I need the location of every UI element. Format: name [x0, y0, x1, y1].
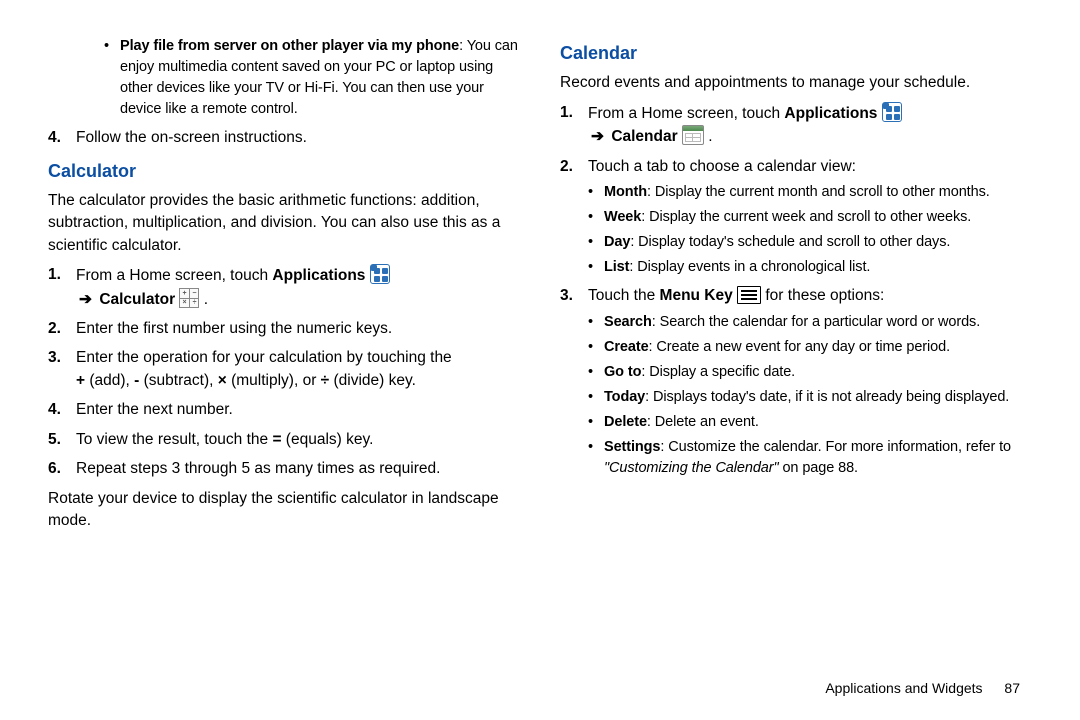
heading-calculator: Calculator — [48, 158, 520, 184]
step-ops: + (add), - (subtract), × (multiply), or … — [76, 372, 416, 389]
opt-label: Month — [604, 184, 647, 200]
step-number: 1. — [560, 102, 573, 124]
opt-delete: Delete: Delete an event. — [588, 412, 1032, 433]
bullet-label: Play file from server on other player vi… — [120, 38, 459, 54]
settings-page-ref: on page 88. — [779, 460, 858, 476]
arrow-icon: ➔ — [588, 128, 607, 145]
applications-label: Applications — [784, 105, 877, 122]
heading-calendar: Calendar — [560, 40, 1032, 66]
step-text-a: Touch the — [588, 287, 660, 304]
opt-label: Go to — [604, 364, 641, 380]
opt-text: : Display today's schedule and scroll to… — [630, 234, 950, 250]
arrow-icon: ➔ — [76, 291, 95, 308]
menu-key-icon — [737, 286, 761, 304]
calc-step-1: 1. From a Home screen, touch Application… — [48, 264, 520, 311]
opt-text: : Delete an event. — [647, 414, 759, 430]
calculator-icon: +−×÷ — [179, 288, 199, 308]
settings-ref: "Customizing the Calendar" — [604, 460, 779, 476]
opt-label: Create — [604, 339, 649, 355]
view-week: Week: Display the current week and scrol… — [588, 207, 1032, 228]
opt-search: Search: Search the calendar for a partic… — [588, 312, 1032, 333]
step-number: 2. — [560, 156, 573, 178]
step-text: Enter the next number. — [76, 401, 233, 418]
view-month: Month: Display the current month and scr… — [588, 182, 1032, 203]
opt-goto: Go to: Display a specific date. — [588, 362, 1032, 383]
calculator-label: Calculator — [99, 291, 175, 308]
step-text-a: To view the result, touch the — [76, 431, 272, 448]
calc-step-4: 4. Enter the next number. — [48, 399, 520, 421]
opt-label: Week — [604, 209, 641, 225]
calc-step-5: 5. To view the result, touch the = (equa… — [48, 429, 520, 451]
step-text: Repeat steps 3 through 5 as many times a… — [76, 460, 440, 477]
step-number: 4. — [48, 127, 61, 149]
opt-text: : Customize the calendar. For more infor… — [660, 439, 1011, 455]
opt-text: : Search the calendar for a particular w… — [652, 314, 980, 330]
opt-label: Settings — [604, 439, 660, 455]
opt-settings: Settings: Customize the calendar. For mo… — [588, 437, 1032, 479]
view-list: List: Display events in a chronological … — [588, 257, 1032, 278]
step-follow-instructions: 4. Follow the on-screen instructions. — [48, 127, 520, 149]
equals-key: = — [272, 431, 281, 448]
opt-text: : Displays today's date, if it is not al… — [645, 389, 1009, 405]
step-text-b: for these options: — [765, 287, 884, 304]
opt-create: Create: Create a new event for any day o… — [588, 337, 1032, 358]
calc-step-6: 6. Repeat steps 3 through 5 as many time… — [48, 458, 520, 480]
step-text-b: (equals) key. — [282, 431, 374, 448]
cal-step-2: 2. Touch a tab to choose a calendar view… — [560, 156, 1032, 279]
opt-text: : Create a new event for any day or time… — [649, 339, 950, 355]
opt-label: Day — [604, 234, 630, 250]
calendar-label: Calendar — [611, 128, 677, 145]
rotate-note: Rotate your device to display the scient… — [48, 488, 520, 533]
footer-section: Applications and Widgets — [825, 680, 982, 696]
bullet-play-from-server: Play file from server on other player vi… — [104, 36, 520, 120]
step-text: Enter the first number using the numeric… — [76, 320, 392, 337]
step-number: 6. — [48, 458, 61, 480]
menu-key-label: Menu Key — [660, 287, 733, 304]
applications-label: Applications — [272, 267, 365, 284]
step-number: 3. — [48, 347, 61, 369]
calc-step-2: 2. Enter the first number using the nume… — [48, 318, 520, 340]
step-number: 2. — [48, 318, 61, 340]
step-text: From a Home screen, touch — [588, 105, 784, 122]
opt-label: Today — [604, 389, 645, 405]
calendar-intro: Record events and appointments to manage… — [560, 72, 1032, 94]
opt-text: : Display the current month and scroll t… — [647, 184, 990, 200]
step-number: 5. — [48, 429, 61, 451]
opt-today: Today: Displays today's date, if it is n… — [588, 387, 1032, 408]
opt-label: Delete — [604, 414, 647, 430]
manual-page: Play file from server on other player vi… — [0, 0, 1080, 557]
step-number: 4. — [48, 399, 61, 421]
calc-step-3: 3. Enter the operation for your calculat… — [48, 347, 520, 392]
cal-step-1: 1. From a Home screen, touch Application… — [560, 102, 1032, 149]
opt-label: List — [604, 259, 629, 275]
step-text: Follow the on-screen instructions. — [76, 129, 307, 146]
continued-bullet-block: Play file from server on other player vi… — [48, 36, 520, 120]
applications-icon — [370, 264, 390, 284]
calendar-icon — [682, 125, 704, 145]
page-footer: Applications and Widgets 87 — [825, 678, 1020, 698]
view-day: Day: Display today's schedule and scroll… — [588, 232, 1032, 253]
calculator-intro: The calculator provides the basic arithm… — [48, 190, 520, 257]
step-number: 3. — [560, 285, 573, 307]
step-number: 1. — [48, 264, 61, 286]
step-text: From a Home screen, touch — [76, 267, 272, 284]
applications-icon — [882, 102, 902, 122]
right-column: Calendar Record events and appointments … — [560, 32, 1032, 537]
step-text: Enter the operation for your calculation… — [76, 349, 452, 366]
left-column: Play file from server on other player vi… — [48, 32, 520, 537]
opt-text: : Display events in a chronological list… — [629, 259, 870, 275]
opt-text: : Display the current week and scroll to… — [641, 209, 971, 225]
opt-label: Search — [604, 314, 652, 330]
cal-step-3: 3. Touch the Menu Key for these options:… — [560, 285, 1032, 479]
footer-page-number: 87 — [1004, 680, 1020, 696]
step-text: Touch a tab to choose a calendar view: — [588, 158, 856, 175]
opt-text: : Display a specific date. — [641, 364, 795, 380]
